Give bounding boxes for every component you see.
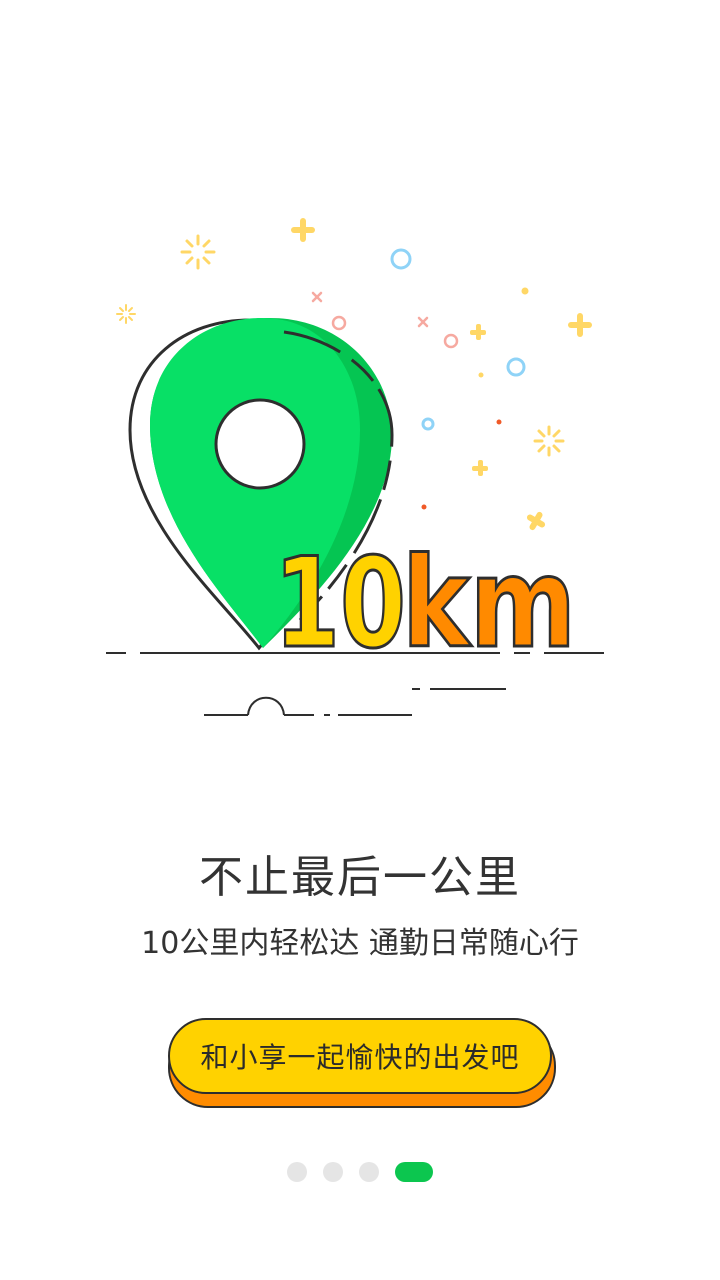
badge-number: 10 xyxy=(274,532,406,676)
badge-unit: km xyxy=(402,532,576,676)
page-indicator xyxy=(0,1162,720,1182)
page-dot-2[interactable] xyxy=(323,1162,343,1182)
onboarding-screen: 10 km 不止最后一公里 10公里内轻松达 通勤日常随心行 和小享一起愉快的出… xyxy=(0,0,720,1280)
illustration-location-pin-10km: 10 km xyxy=(106,218,604,716)
page-subtitle: 10公里内轻松达 通勤日常随心行 xyxy=(141,926,579,961)
page-dot-1[interactable] xyxy=(287,1162,307,1182)
start-button[interactable]: 和小享一起愉快的出发吧 xyxy=(168,1018,552,1094)
distance-badge: 10 km xyxy=(273,531,578,678)
start-button-container[interactable]: 和小享一起愉快的出发吧 xyxy=(168,1018,556,1108)
page-dot-4-active[interactable] xyxy=(395,1162,433,1182)
page-dot-3[interactable] xyxy=(359,1162,379,1182)
page-title: 不止最后一公里 xyxy=(199,852,521,903)
